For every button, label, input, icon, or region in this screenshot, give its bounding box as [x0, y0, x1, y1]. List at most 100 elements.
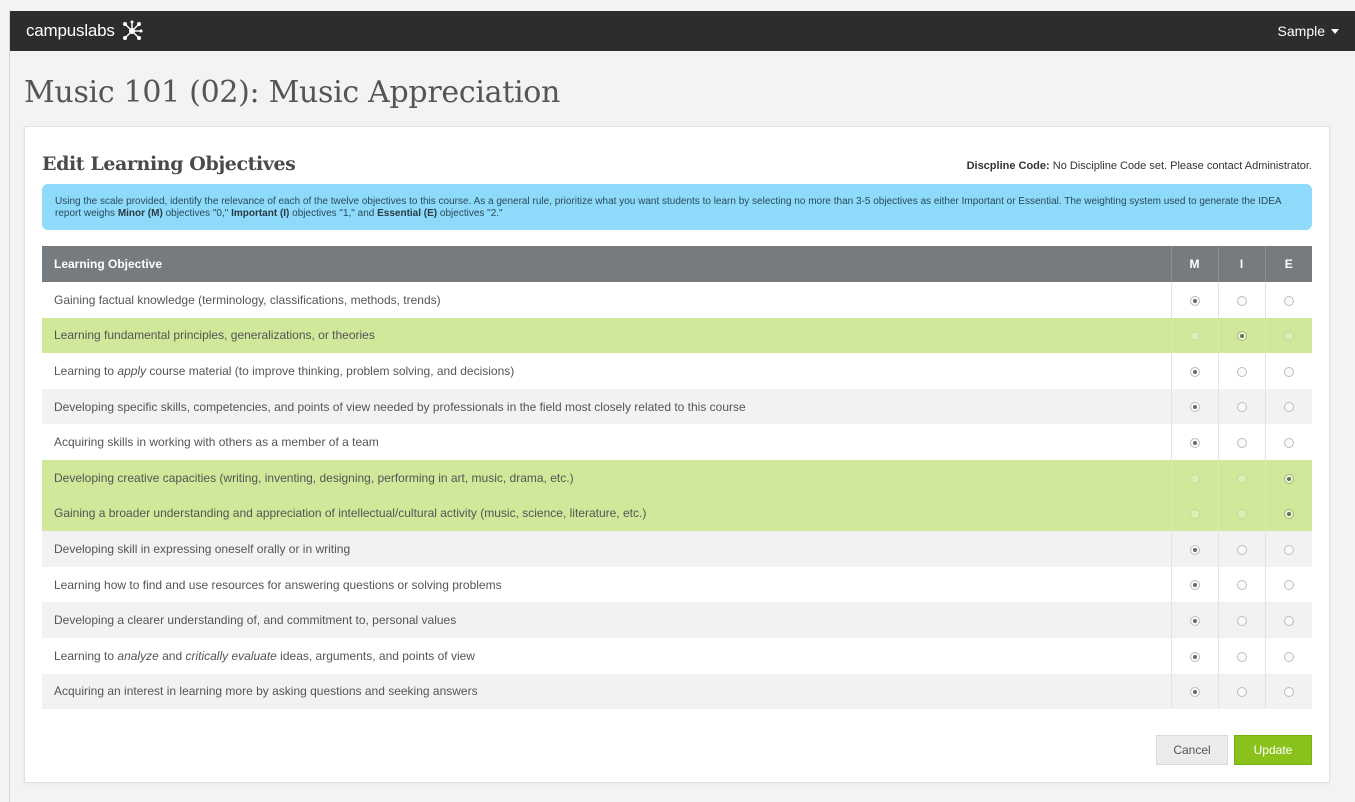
objective-label: Developing specific skills, competencies… — [42, 388, 1171, 425]
update-button[interactable]: Update — [1234, 735, 1312, 765]
brand-logo[interactable]: campuslabs — [26, 20, 143, 42]
radio-m[interactable] — [1189, 509, 1200, 520]
radio-e[interactable] — [1283, 687, 1294, 698]
radio-i[interactable] — [1236, 295, 1247, 306]
radio-e[interactable] — [1283, 509, 1294, 520]
radio-cell-e — [1264, 317, 1312, 354]
app-frame: campuslabs Sample Music 101 (02): Music … — [9, 11, 1355, 802]
radio-cell-e — [1264, 673, 1312, 710]
info-important: Important (I) — [231, 208, 290, 219]
radio-i[interactable] — [1236, 331, 1247, 342]
panel-title: Edit Learning Objectives — [42, 153, 296, 175]
radio-e[interactable] — [1283, 295, 1294, 306]
radio-i[interactable] — [1236, 580, 1247, 591]
molecule-icon — [121, 20, 143, 42]
radio-e[interactable] — [1283, 402, 1294, 413]
discipline-label: Discpline Code: — [966, 160, 1050, 172]
header-learning-objective: Learning Objective — [42, 246, 1171, 282]
radio-cell-e — [1264, 282, 1312, 318]
objective-label: Acquiring skills in working with others … — [42, 424, 1171, 460]
table-header-row: Learning Objective M I E — [42, 246, 1312, 282]
radio-cell-i — [1217, 566, 1265, 603]
objective-emphasis: analyze — [117, 648, 159, 663]
info-minor: Minor (M) — [117, 208, 163, 219]
radio-m[interactable] — [1189, 615, 1200, 626]
objective-text: and — [158, 648, 186, 663]
table-row: Developing creative capacities (writing,… — [42, 459, 1312, 496]
radio-cell-m — [1170, 353, 1218, 389]
radio-cell-i — [1217, 602, 1265, 638]
objective-text: Learning to — [54, 363, 118, 378]
header-important: I — [1217, 246, 1265, 282]
info-essential: Essential (E) — [377, 208, 438, 219]
radio-cell-m — [1170, 531, 1218, 567]
objective-text: course material (to improve thinking, pr… — [146, 363, 515, 378]
radio-i[interactable] — [1236, 366, 1247, 377]
table-row: Developing specific skills, competencies… — [42, 388, 1312, 425]
radio-m[interactable] — [1189, 438, 1200, 448]
radio-i[interactable] — [1236, 438, 1247, 448]
radio-i[interactable] — [1236, 402, 1247, 413]
radio-m[interactable] — [1189, 295, 1200, 306]
radio-i[interactable] — [1236, 615, 1247, 626]
radio-cell-e — [1264, 566, 1312, 603]
objectives-table: Learning Objective M I E Gaining factual… — [42, 246, 1312, 710]
radio-cell-i — [1217, 673, 1265, 710]
radio-e[interactable] — [1283, 473, 1294, 484]
objective-label: Developing creative capacities (writing,… — [42, 459, 1171, 496]
radio-m[interactable] — [1189, 473, 1200, 484]
radio-i[interactable] — [1236, 687, 1247, 698]
radio-i[interactable] — [1236, 509, 1247, 520]
radio-m[interactable] — [1189, 331, 1200, 342]
radio-i[interactable] — [1236, 544, 1247, 555]
objective-label: Learning to analyze and critically evalu… — [42, 638, 1171, 674]
objective-text: Gaining a broader understanding and appr… — [54, 506, 647, 521]
radio-m[interactable] — [1189, 402, 1200, 413]
radio-e[interactable] — [1283, 366, 1294, 377]
radio-cell-m — [1170, 495, 1218, 532]
objective-text: Acquiring skills in working with others … — [54, 435, 379, 450]
objective-text: Learning how to find and use resources f… — [54, 577, 502, 592]
cancel-button[interactable]: Cancel — [1156, 735, 1228, 765]
discipline-value: No Discipline Code set. Please contact A… — [1052, 160, 1312, 172]
radio-cell-m — [1170, 388, 1218, 425]
table-row: Gaining a broader understanding and appr… — [42, 495, 1312, 532]
user-menu-dropdown[interactable]: Sample — [1278, 23, 1339, 39]
radio-cell-e — [1264, 602, 1312, 638]
form-actions: Cancel Update — [1156, 735, 1312, 765]
radio-i[interactable] — [1236, 473, 1247, 484]
radio-m[interactable] — [1189, 544, 1200, 555]
objective-label: Acquiring an interest in learning more b… — [42, 673, 1171, 710]
objective-emphasis: apply — [117, 363, 147, 378]
radio-cell-i — [1217, 531, 1265, 567]
radio-m[interactable] — [1189, 366, 1200, 377]
radio-i[interactable] — [1236, 651, 1247, 662]
radio-cell-e — [1264, 637, 1312, 674]
objective-text: Developing creative capacities (writing,… — [54, 470, 574, 485]
radio-m[interactable] — [1189, 687, 1200, 698]
radio-e[interactable] — [1283, 544, 1294, 555]
radio-e[interactable] — [1283, 331, 1294, 342]
radio-cell-m — [1170, 459, 1218, 496]
radio-cell-e — [1264, 459, 1312, 496]
radio-e[interactable] — [1283, 580, 1294, 591]
radio-m[interactable] — [1189, 651, 1200, 662]
header-minor: M — [1170, 246, 1218, 282]
info-text: objectives "0," — [162, 208, 232, 219]
objective-text: Developing specific skills, competencies… — [54, 399, 746, 414]
objective-text: Acquiring an interest in learning more b… — [54, 684, 478, 699]
info-text: objectives "2." — [437, 208, 503, 219]
table-row: Acquiring skills in working with others … — [42, 424, 1312, 460]
radio-m[interactable] — [1189, 580, 1200, 591]
table-row: Acquiring an interest in learning more b… — [42, 673, 1312, 710]
radio-cell-e — [1264, 495, 1312, 532]
radio-e[interactable] — [1283, 651, 1294, 662]
radio-e[interactable] — [1283, 438, 1294, 448]
objective-emphasis: critically evaluate — [185, 648, 277, 663]
radio-e[interactable] — [1283, 615, 1294, 626]
radio-cell-m — [1170, 317, 1218, 354]
objective-text: Developing a clearer understanding of, a… — [54, 613, 457, 628]
table-row: Developing skill in expressing oneself o… — [42, 531, 1312, 567]
table-row: Learning to apply course material (to im… — [42, 353, 1312, 389]
radio-cell-m — [1170, 602, 1218, 638]
